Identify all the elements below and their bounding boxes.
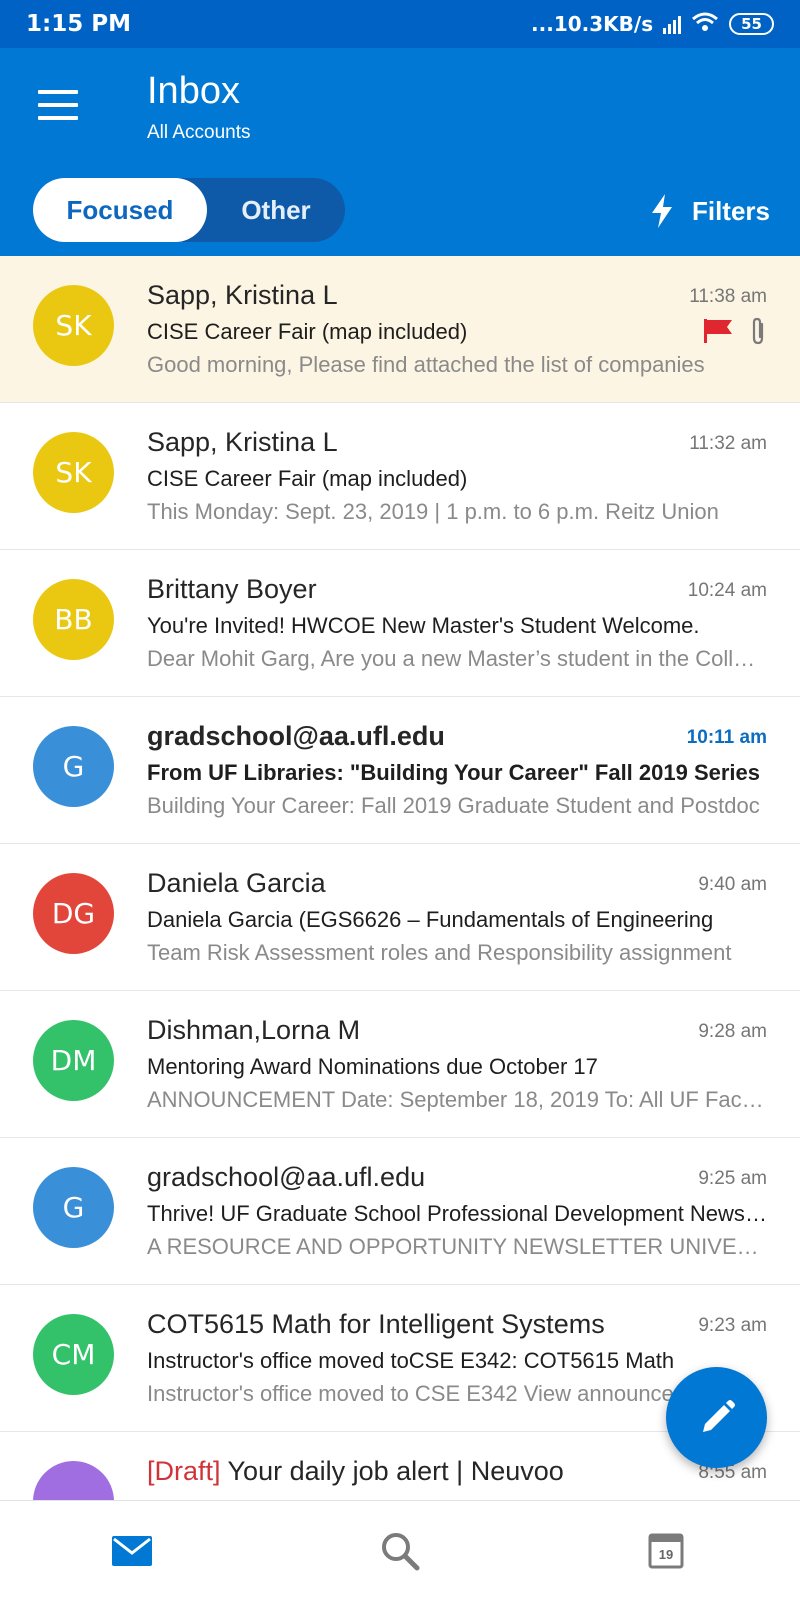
message-preview: This Monday: Sept. 23, 2019 | 1 p.m. to … [147,499,719,524]
message-time: 9:25 am [698,1168,767,1189]
calendar-icon: 19 [648,1533,684,1569]
message-preview: Dear Mohit Garg, Are you a new Master’s … [147,646,767,671]
draft-tag: [Draft] [147,1456,221,1486]
message-subject: You're Invited! HWCOE New Master's Stude… [147,613,700,638]
message-row[interactable]: SK Sapp, Kristina L 11:38 am CISE Career… [0,256,800,403]
bottom-navigation: 19 [0,1500,800,1600]
tab-focused[interactable]: Focused [33,178,207,242]
signal-icon [663,14,682,34]
page-title: Inbox [147,70,240,112]
message-subject: CISE Career Fair (map included) [147,466,468,491]
inbox-tab-switch: Focused Other [33,178,345,242]
status-time: 1:15 PM [26,11,131,37]
avatar: CM [33,1314,114,1395]
message-time: 9:40 am [698,874,767,895]
avatar: SK [33,285,114,366]
message-row[interactable]: SK Sapp, Kristina L 11:32 am CISE Career… [0,403,800,550]
message-time: 9:28 am [698,1021,767,1042]
nav-search[interactable] [370,1521,430,1581]
sender-name: Dishman,Lorna M [147,1015,361,1045]
lightning-icon [651,194,672,228]
attachment-icon [752,317,764,345]
nav-calendar[interactable]: 19 [636,1521,696,1581]
message-row[interactable]: G gradschool@aa.ufl.edu 10:11 am From UF… [0,697,800,844]
avatar: BB [33,579,114,660]
tab-other[interactable]: Other [207,178,345,242]
message-preview: ANNOUNCEMENT Date: September 18, 2019 To… [147,1087,767,1112]
nav-mail[interactable] [102,1521,162,1581]
network-speed: ...10.3KB/s [531,12,654,36]
flag-icon [704,319,732,343]
message-list: SK Sapp, Kristina L 11:38 am CISE Career… [0,256,800,1500]
sender-name: gradschool@aa.ufl.edu [147,721,445,751]
sender-name: Brittany Boyer [147,574,317,604]
message-subject: CISE Career Fair (map included) [147,319,468,344]
mail-icon [112,1536,152,1566]
message-time: 9:23 am [698,1315,767,1336]
message-subject: Instructor's office moved toCSE E342: CO… [147,1348,675,1373]
message-preview: Good morning, Please find attached the l… [147,352,705,377]
message-preview: A RESOURCE AND OPPORTUNITY NEWSLETTER UN… [147,1234,767,1259]
avatar: G [33,726,114,807]
message-preview: Team Risk Assessment roles and Responsib… [147,940,732,965]
sender-name: COT5615 Math for Intelligent Systems [147,1309,605,1339]
sender-name: gradschool@aa.ufl.edu [147,1162,426,1192]
message-row[interactable]: DM Dishman,Lorna M 9:28 am Mentoring Awa… [0,991,800,1138]
message-subject: Thrive! UF Graduate School Professional … [147,1201,767,1226]
status-bar: 1:15 PM ...10.3KB/s 55 [0,0,800,48]
message-indicators [703,316,767,346]
message-row[interactable]: DG Daniela Garcia 9:40 am Daniela Garcia… [0,844,800,991]
message-preview: Building Your Career: Fall 2019 Graduate… [147,793,760,818]
sender-name: Sapp, Kristina L [147,280,338,310]
filters-button[interactable]: Filters [650,194,770,228]
avatar: DM [33,1020,114,1101]
message-subject: Daniela Garcia (EGS6626 – Fundamentals o… [147,907,714,932]
status-indicators: ...10.3KB/s 55 [531,11,774,38]
sender-name: Daniela Garcia [147,868,326,898]
pencil-icon [702,1399,735,1432]
sender-name: [Draft] Your daily job alert | Neuvoo [147,1456,564,1487]
battery-indicator: 55 [729,13,774,35]
compose-button[interactable] [666,1367,767,1468]
avatar: DG [33,873,114,954]
sender-name: Sapp, Kristina L [147,427,338,457]
avatar: G [33,1167,114,1248]
wifi-icon [691,11,719,38]
message-row[interactable]: G gradschool@aa.ufl.edu 9:25 am Thrive! … [0,1138,800,1285]
calendar-date: 19 [658,1547,674,1562]
avatar [33,1461,114,1500]
avatar: SK [33,432,114,513]
message-row[interactable]: BB Brittany Boyer 10:24 am You're Invite… [0,550,800,697]
hamburger-menu-icon[interactable] [38,90,78,120]
search-icon [382,1533,420,1571]
account-subtitle[interactable]: All Accounts [147,122,251,144]
message-subject: Mentoring Award Nominations due October … [147,1054,598,1079]
message-time: 10:11 am [686,727,767,748]
message-time: 11:38 am [689,286,767,307]
message-time: 11:32 am [689,433,767,454]
inbox-header: Inbox All Accounts Focused Other Filters [0,48,800,256]
message-time: 10:24 am [687,580,767,601]
message-subject: From UF Libraries: "Building Your Career… [147,760,761,785]
filters-label: Filters [691,195,770,226]
draft-subject: Your daily job alert | Neuvoo [227,1456,564,1486]
